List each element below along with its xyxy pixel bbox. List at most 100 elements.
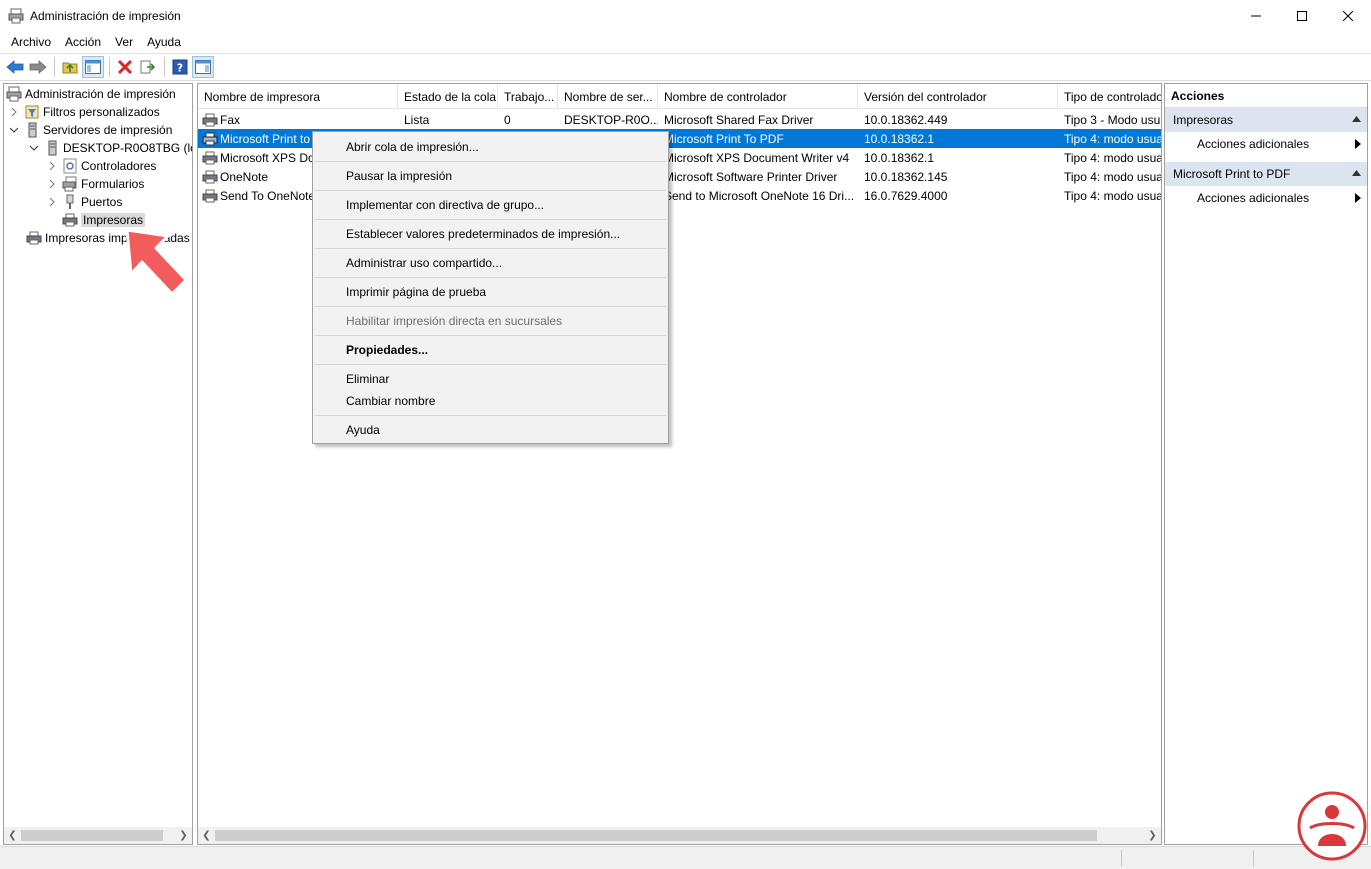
chevron-down-icon[interactable] — [28, 142, 40, 154]
tree-label-servers: Servidores de impresión — [43, 123, 173, 137]
menu-item-sharing[interactable]: Administrar uso compartido... — [346, 253, 502, 273]
cell-type: Tipo 4: modo usua — [1064, 150, 1162, 165]
menu-separator — [315, 364, 666, 365]
back-button[interactable] — [4, 56, 26, 78]
tree-item-forms[interactable]: Formularios — [46, 175, 144, 193]
scroll-left-icon[interactable]: ❮ — [4, 827, 21, 844]
menu-separator — [315, 277, 666, 278]
cell-version: 10.0.18362.1 — [864, 150, 935, 165]
menu-item-properties[interactable]: Propiedades... — [346, 340, 428, 360]
menu-item-help[interactable]: Ayuda — [346, 420, 380, 440]
menu-item-test-page[interactable]: Imprimir página de prueba — [346, 282, 486, 302]
export-button[interactable] — [137, 56, 159, 78]
column-header-status[interactable]: Estado de la cola — [398, 84, 498, 109]
cell-type: Tipo 4: modo usua — [1064, 131, 1162, 146]
delete-button[interactable] — [114, 56, 136, 78]
printer-icon — [62, 212, 78, 228]
chevron-right-icon[interactable] — [46, 196, 58, 208]
maximize-icon — [1297, 10, 1307, 21]
tree-label-drivers: Controladores — [81, 159, 157, 173]
tree-label-server: DESKTOP-R0O8TBG (loc — [63, 141, 193, 155]
chevron-right-icon[interactable] — [46, 178, 58, 190]
table-row[interactable]: Fax Lista 0 DESKTOP-R0O... Microsoft Sha… — [198, 110, 1161, 129]
column-header-name[interactable]: Nombre de impresora — [198, 84, 398, 109]
column-header-version[interactable]: Versión del controlador — [858, 84, 1058, 109]
show-hide-tree-icon — [85, 60, 101, 74]
tree-item-ports[interactable]: Puertos — [46, 193, 122, 211]
server-icon — [44, 140, 60, 156]
menu-archivo[interactable]: Archivo — [4, 35, 58, 49]
menu-item-deploy-gpo[interactable]: Implementar con directiva de grupo... — [346, 195, 544, 215]
scroll-right-icon[interactable]: ❯ — [1144, 827, 1161, 844]
list-horizontal-scrollbar[interactable]: ❮ ❯ — [198, 827, 1161, 844]
menu-bar: Archivo Acción Ver Ayuda — [0, 31, 1371, 52]
chevron-down-icon[interactable] — [8, 124, 20, 136]
actions-item-more-printers[interactable]: Acciones adicionales — [1165, 132, 1367, 156]
cell-version: 16.0.7629.4000 — [864, 188, 948, 203]
tree-horizontal-scrollbar[interactable]: ❮ ❯ — [4, 827, 192, 844]
scrollbar-thumb[interactable] — [21, 830, 163, 841]
column-header-type[interactable]: Tipo de controlador — [1058, 84, 1161, 109]
show-hide-action-pane-icon — [195, 60, 211, 74]
show-hide-tree-button[interactable] — [82, 56, 104, 78]
tree-item-filters[interactable]: Filtros personalizados — [8, 103, 160, 121]
chevron-right-icon[interactable] — [8, 106, 20, 118]
actions-pane: Acciones Impresoras Acciones adicionales… — [1164, 83, 1368, 845]
menu-item-delete[interactable]: Eliminar — [346, 369, 389, 389]
toolbar-separator — [109, 57, 110, 77]
tree-item-root[interactable]: Administración de impresión — [6, 85, 176, 103]
chevron-up-icon — [1352, 116, 1361, 122]
chevron-right-icon — [1355, 193, 1361, 203]
minimize-button[interactable] — [1233, 0, 1279, 31]
cell-jobs: 0 — [504, 112, 511, 127]
menu-item-pause[interactable]: Pausar la impresión — [346, 166, 452, 186]
list-header: Nombre de impresora Estado de la cola Tr… — [198, 84, 1161, 109]
chevron-up-icon — [1352, 170, 1361, 176]
actions-section-selected-printer[interactable]: Microsoft Print to PDF — [1165, 162, 1367, 186]
print-management-icon — [6, 86, 22, 102]
cell-server: DESKTOP-R0O... — [564, 112, 658, 127]
title-bar: Administración de impresión — [0, 0, 1371, 31]
export-icon — [140, 60, 156, 74]
tree-label-forms: Formularios — [81, 177, 145, 191]
cell-type: Tipo 3 - Modo usu — [1064, 112, 1161, 127]
actions-section-printers[interactable]: Impresoras — [1165, 108, 1367, 132]
cell-driver: Microsoft Software Printer Driver — [664, 169, 838, 184]
tree-item-servers[interactable]: Servidores de impresión — [8, 121, 172, 139]
scrollbar-thumb[interactable] — [215, 830, 1097, 841]
column-header-jobs[interactable]: Trabajo... — [498, 84, 558, 109]
menu-item-defaults[interactable]: Establecer valores predeterminados de im… — [346, 224, 620, 244]
menu-item-rename[interactable]: Cambiar nombre — [346, 391, 435, 411]
actions-item-label: Acciones adicionales — [1197, 137, 1310, 151]
menu-ayuda[interactable]: Ayuda — [140, 35, 188, 49]
show-hide-action-pane-button[interactable] — [192, 56, 214, 78]
actions-section-label: Microsoft Print to PDF — [1173, 167, 1291, 181]
print-management-icon — [8, 8, 24, 24]
menu-separator — [315, 190, 666, 191]
actions-header: Acciones — [1165, 84, 1367, 108]
column-header-driver[interactable]: Nombre de controlador — [658, 84, 858, 109]
port-icon — [62, 194, 78, 210]
help-button[interactable]: ? — [169, 56, 191, 78]
scroll-right-icon[interactable]: ❯ — [175, 827, 192, 844]
cell-name: Fax — [198, 110, 398, 129]
menu-accion[interactable]: Acción — [58, 35, 108, 49]
up-button[interactable] — [59, 56, 81, 78]
menu-ver[interactable]: Ver — [108, 35, 140, 49]
forward-button[interactable] — [27, 56, 49, 78]
maximize-button[interactable] — [1279, 0, 1325, 31]
cell-driver: Send to Microsoft OneNote 16 Dri... — [664, 188, 855, 203]
cell-driver: Microsoft XPS Document Writer v4 — [664, 150, 850, 165]
menu-item-open-queue[interactable]: Abrir cola de impresión... — [346, 137, 479, 157]
status-bar — [0, 846, 1371, 869]
minimize-icon — [1251, 15, 1261, 16]
actions-item-more-printer[interactable]: Acciones adicionales — [1165, 186, 1367, 210]
close-button[interactable] — [1325, 0, 1371, 31]
scroll-left-icon[interactable]: ❮ — [198, 827, 215, 844]
tree-item-drivers[interactable]: Controladores — [46, 157, 156, 175]
tree-item-server[interactable]: DESKTOP-R0O8TBG (loc — [28, 139, 193, 157]
column-header-server[interactable]: Nombre de ser... — [558, 84, 658, 109]
chevron-right-icon[interactable] — [46, 160, 58, 172]
actions-item-label: Acciones adicionales — [1197, 191, 1310, 205]
printer-icon — [202, 151, 218, 164]
